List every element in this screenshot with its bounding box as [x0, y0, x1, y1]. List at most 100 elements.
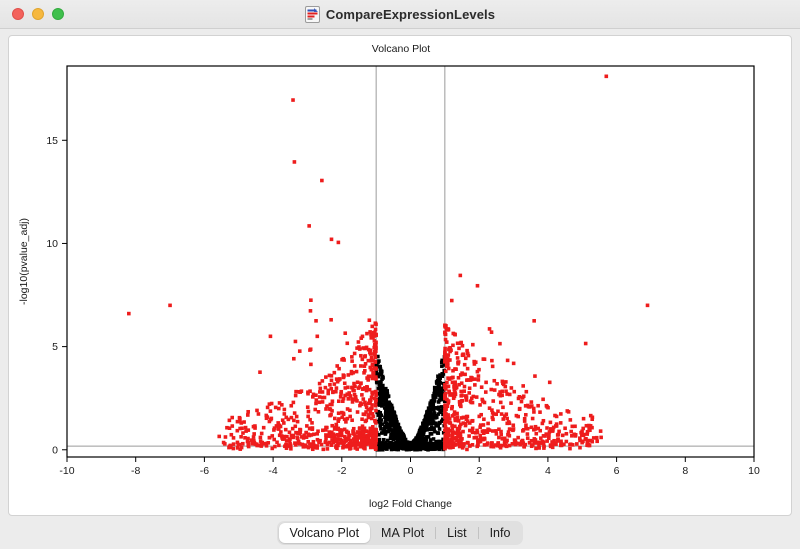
data-point: [240, 426, 244, 431]
data-point: [358, 401, 363, 405]
data-point: [377, 381, 382, 385]
data-point: [341, 399, 345, 404]
data-point: [456, 360, 460, 365]
data-point: [448, 421, 453, 425]
data-point: [429, 411, 433, 416]
volcano-plot-chart[interactable]: Volcano Plot -10 -8 -6 -4 -2 0 2 4 6 8 10 log2 Fold …: [9, 36, 792, 515]
data-point: [327, 407, 332, 411]
data-point: [298, 390, 302, 394]
data-point: [511, 361, 516, 366]
data-point: [410, 441, 415, 446]
data-point: [334, 426, 338, 431]
data-point: [273, 405, 278, 410]
data-point: [550, 440, 554, 444]
x-tick-label: 0: [408, 465, 414, 477]
data-point: [368, 400, 372, 404]
data-point: [507, 392, 512, 397]
x-tick-label: -4: [268, 465, 277, 477]
data-point: [494, 412, 498, 417]
x-tick-label: -2: [337, 465, 346, 477]
tab-volcano-plot[interactable]: Volcano Plot: [278, 522, 371, 543]
data-point: [264, 416, 269, 421]
data-point: [465, 348, 469, 353]
data-point: [565, 409, 570, 413]
data-point: [470, 419, 474, 423]
data-point: [330, 402, 334, 407]
data-point: [395, 445, 400, 449]
data-point: [354, 369, 359, 374]
data-point: [368, 426, 373, 431]
data-point: [448, 349, 452, 354]
data-point: [378, 423, 383, 428]
data-point: [484, 380, 488, 385]
data-point: [490, 364, 495, 369]
data-point: [377, 437, 382, 442]
data-point: [315, 334, 320, 339]
data-point: [498, 341, 502, 346]
data-point: [379, 399, 383, 404]
data-point: [439, 373, 444, 378]
data-point: [221, 440, 226, 445]
data-point: [329, 374, 334, 378]
data-point: [342, 434, 347, 439]
data-point: [588, 413, 593, 418]
data-point: [293, 441, 297, 445]
volcano-plot-panel: Volcano Plot -10 -8 -6 -4 -2 0 2 4 6 8 10 log2 Fold …: [8, 35, 792, 516]
data-point: [256, 412, 261, 416]
data-point: [237, 415, 242, 420]
data-point: [485, 442, 489, 447]
data-point: [231, 446, 236, 451]
data-point: [419, 441, 424, 446]
chart-title: Volcano Plot: [372, 43, 430, 55]
data-point: [459, 389, 463, 394]
data-point: [365, 331, 369, 336]
data-point: [436, 382, 441, 387]
data-point: [463, 423, 468, 428]
data-point: [343, 438, 347, 443]
data-point: [490, 429, 495, 433]
data-point: [429, 432, 434, 436]
tab-info[interactable]: Info: [479, 523, 522, 543]
data-point: [446, 353, 451, 357]
tab-bar: Volcano Plot MA Plot List Info: [0, 516, 800, 549]
data-point: [568, 442, 572, 447]
data-point: [559, 412, 563, 416]
data-point: [392, 441, 397, 446]
data-point: [374, 408, 378, 413]
data-point: [268, 334, 273, 339]
data-point: [419, 430, 423, 435]
close-button[interactable]: [12, 8, 24, 20]
data-point: [590, 439, 595, 444]
data-point: [269, 416, 274, 421]
data-point: [590, 417, 595, 422]
data-point: [282, 407, 287, 412]
data-point: [374, 427, 378, 432]
data-point: [489, 387, 494, 392]
data-point: [580, 440, 584, 445]
data-point: [462, 384, 467, 389]
data-point: [430, 445, 435, 449]
data-point: [373, 376, 378, 381]
data-point: [432, 392, 437, 396]
data-point: [335, 432, 340, 437]
tab-list[interactable]: List: [436, 523, 477, 543]
zoom-button[interactable]: [52, 8, 64, 20]
data-point: [317, 400, 322, 405]
data-point: [341, 411, 346, 416]
data-point: [478, 403, 482, 407]
tab-ma-plot[interactable]: MA Plot: [370, 523, 435, 543]
data-point: [516, 435, 520, 440]
data-point: [392, 429, 396, 433]
data-point: [341, 445, 345, 450]
minimize-button[interactable]: [32, 8, 44, 20]
data-point: [490, 415, 495, 420]
data-point: [311, 395, 315, 399]
data-point: [568, 446, 572, 451]
plot-area: [67, 66, 754, 457]
data-point: [254, 442, 259, 447]
data-point: [293, 424, 298, 429]
data-point: [476, 438, 480, 442]
data-point: [292, 356, 296, 361]
data-point: [524, 389, 529, 394]
data-point: [345, 392, 350, 396]
